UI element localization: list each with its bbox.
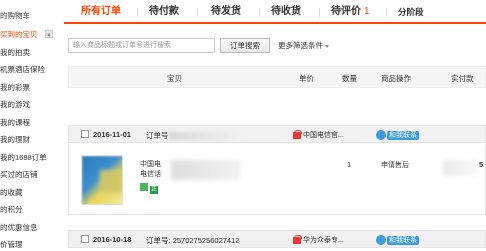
sidebar-collapse-arrow-icon[interactable] xyxy=(45,30,53,38)
sidebar-item-lottery[interactable]: 我的彩票 xyxy=(0,82,50,94)
sidebar-item-coupons[interactable]: 的优惠信息 xyxy=(0,222,50,234)
order-number-label: 订单号 xyxy=(146,131,169,140)
order-search-input[interactable]: 输入商品标题或订单号进行搜索 xyxy=(68,38,215,53)
product-quantity: 1 xyxy=(347,160,352,169)
tab-pending-review[interactable]: 待评价 1 xyxy=(331,3,370,21)
tab-label: 所有订单 xyxy=(81,6,121,17)
shop-name: 华为众泰专... xyxy=(303,237,344,244)
shop-icon xyxy=(293,234,302,244)
shop-link[interactable]: 华为众泰专... xyxy=(293,234,344,245)
tab-divider xyxy=(137,8,138,17)
column-item: 宝贝 xyxy=(167,74,182,83)
tab-label: 待收货 xyxy=(271,6,301,17)
column-item-actions: 商品操作 xyxy=(381,74,411,83)
service-tag-icon xyxy=(140,183,148,191)
more-filters-toggle[interactable]: 更多筛选条件 xyxy=(278,40,329,51)
contact-seller-button[interactable]: 和我联系 xyxy=(376,235,419,245)
product-title-redacted xyxy=(171,160,241,180)
order-number: 订单号: 2570275256027412 xyxy=(146,235,239,246)
tab-divider xyxy=(319,8,320,17)
sidebar-item-purchased[interactable]: 买到的宝贝 xyxy=(0,29,50,41)
shop-link[interactable]: 中国电信官... xyxy=(293,129,344,140)
order-tabs: 所有订单 待付款 待发货 待收货 待评价 1 分阶段 xyxy=(64,0,486,24)
tab-label: 待付款 xyxy=(149,6,179,17)
shop-icon xyxy=(293,129,302,139)
review-count-badge: 1 xyxy=(364,6,370,17)
chat-icon xyxy=(376,130,386,140)
sidebar-item-finance[interactable]: 我的理财 xyxy=(0,134,50,146)
tab-label: 待评价 xyxy=(331,6,361,17)
tab-divider xyxy=(197,8,198,17)
column-quantity: 数量 xyxy=(342,74,357,83)
sidebar-item-price-manage[interactable]: 价管理 xyxy=(0,239,50,251)
tab-pending-payment[interactable]: 待付款 xyxy=(149,3,179,21)
order-date: 2016-11-01 xyxy=(93,130,131,139)
order-select-checkbox[interactable] xyxy=(81,130,89,138)
tab-pending-receipt[interactable]: 待收货 xyxy=(271,3,301,21)
left-sidebar: 的购物车 买到的宝贝 我的拍卖 机票酒店保险 我的彩票 我的游戏 我的课程 我的… xyxy=(0,0,53,251)
product-thumbnail[interactable] xyxy=(81,155,123,205)
chevron-down-icon xyxy=(325,44,329,48)
service-tag-icon: 正 xyxy=(150,186,158,194)
order-number: 订单号 xyxy=(146,130,245,141)
tab-label: 分阶段 xyxy=(398,7,424,17)
order-table-header: 宝贝 单价 数量 商品操作 实付款 xyxy=(68,66,486,88)
sidebar-item-favorites[interactable]: 的收藏 xyxy=(0,187,50,199)
product-title-line: 中国电 xyxy=(140,161,161,168)
product-title-line: 电信话 xyxy=(140,171,161,178)
sidebar-item-travel[interactable]: 机票酒店保险 xyxy=(0,64,50,76)
tab-label: 待发货 xyxy=(211,6,241,17)
order-search-button[interactable]: 订单搜索 xyxy=(220,38,270,53)
sidebar-item-shops[interactable]: 买过的店铺 xyxy=(0,169,50,181)
paid-amount-redacted xyxy=(443,160,477,176)
sidebar-item-cart[interactable]: 的购物车 xyxy=(0,10,50,22)
paid-amount: 5 xyxy=(479,160,484,169)
more-filters-label: 更多筛选条件 xyxy=(278,41,323,50)
order-date: 2016-10-18 xyxy=(93,235,132,244)
shop-name: 中国电信官... xyxy=(303,132,344,139)
tab-divider xyxy=(386,8,387,17)
tab-all-orders[interactable]: 所有订单 xyxy=(81,3,121,21)
chat-icon xyxy=(376,235,386,245)
order-number-value: 2570275256027412 xyxy=(172,236,240,245)
tab-pending-shipment[interactable]: 待发货 xyxy=(211,3,241,21)
order-item-row: 中国电电信话 正 1 申请售后 5 xyxy=(68,145,486,215)
column-paid: 实付款 xyxy=(451,74,474,83)
order-number-label: 订单号: xyxy=(146,236,171,245)
contact-label: 和我联系 xyxy=(387,130,419,140)
contact-seller-button[interactable]: 和我联系 xyxy=(376,130,419,140)
sidebar-item-1688[interactable]: 我的1688订单 xyxy=(0,152,50,164)
apply-after-sale-link[interactable]: 申请售后 xyxy=(381,160,409,170)
contact-label: 和我联系 xyxy=(387,235,419,245)
sidebar-item-games[interactable]: 我的游戏 xyxy=(0,99,50,111)
order-header: 2016-11-01 订单号 中国电信官... 和我联系 xyxy=(68,125,486,143)
product-image-detail xyxy=(100,170,122,192)
tab-divider xyxy=(259,8,260,17)
product-service-tags: 正 xyxy=(140,183,160,194)
order-number-redacted xyxy=(168,132,245,141)
product-title-link[interactable]: 中国电 电信话 xyxy=(140,160,161,180)
order-select-checkbox[interactable] xyxy=(81,235,89,243)
sidebar-item-courses[interactable]: 我的课程 xyxy=(0,117,50,129)
sidebar-item-points[interactable]: 的积分 xyxy=(0,204,50,216)
column-unit-price: 单价 xyxy=(299,74,314,83)
tab-staged[interactable]: 分阶段 xyxy=(398,3,424,21)
sidebar-item-auction[interactable]: 我的拍卖 xyxy=(0,47,50,59)
order-header: 2016-10-18 订单号: 2570275256027412 华为众泰专..… xyxy=(68,230,486,248)
